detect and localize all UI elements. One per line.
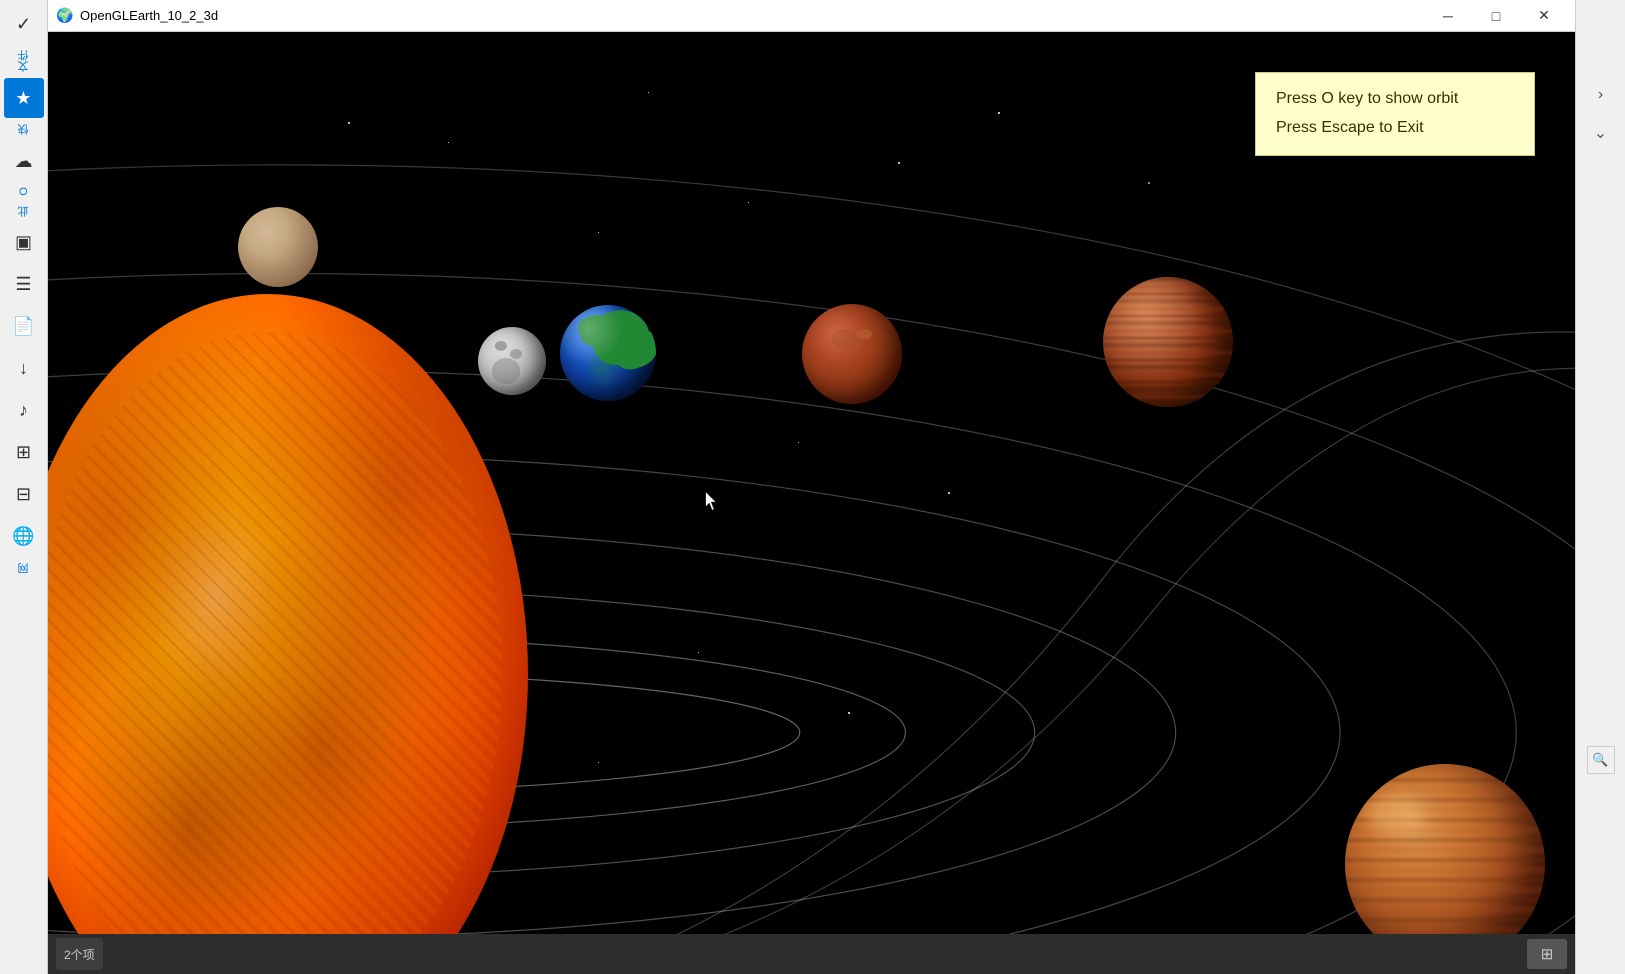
sidebar-quick-label[interactable]: 快 [14, 120, 34, 139]
sidebar-download-icon[interactable]: ↓ [4, 349, 44, 389]
star-3 [898, 162, 900, 164]
right-panel-chevron-down[interactable]: ⌄ [1586, 118, 1616, 148]
title-bar: 🌍 OpenGLEarth_10_2_3d ─ □ ✕ [48, 0, 1575, 32]
window-title: OpenGLEarth_10_2_3d [80, 8, 1425, 23]
sidebar: ✓ 文件 ★ 快 ☁ O 此 ▣ ☰ 📄 ↓ ♪ ⊞ ⊟ 🌐 网 [0, 0, 48, 974]
taskbar-view-button[interactable]: ⊞ [1527, 939, 1567, 969]
maximize-button[interactable]: □ [1473, 0, 1519, 32]
star-4 [998, 112, 1000, 114]
sidebar-grid-icon[interactable]: ⊞ [4, 433, 44, 473]
main-area: 🌍 OpenGLEarth_10_2_3d ─ □ ✕ [48, 0, 1575, 974]
sidebar-network-icon[interactable]: 🌐 [4, 517, 44, 557]
mercury-planet [238, 207, 318, 287]
taskbar-count-label: 2个项 [64, 946, 95, 963]
close-button[interactable]: ✕ [1521, 0, 1567, 32]
sidebar-doc-icon[interactable]: 📄 [4, 307, 44, 347]
star-8 [798, 442, 799, 443]
sidebar-square-icon[interactable]: ▣ [4, 223, 44, 263]
star-1 [348, 122, 350, 124]
moon [478, 327, 546, 395]
sidebar-music-icon[interactable]: ♪ [4, 391, 44, 431]
sidebar-check[interactable]: ✓ [4, 4, 44, 44]
star-2 [648, 92, 649, 93]
right-panel-chevron-right[interactable]: › [1586, 80, 1616, 110]
sidebar-net-label[interactable]: 网 [14, 559, 34, 578]
jupiter-planet [1103, 277, 1233, 407]
star-6 [448, 142, 449, 143]
star-9 [948, 492, 950, 494]
sidebar-file-label[interactable]: 文件 [14, 46, 34, 76]
taskbar-right: ⊞ [1527, 939, 1567, 969]
sidebar-lines-icon[interactable]: ☰ [4, 265, 44, 305]
right-search-icon[interactable]: 🔍 [1587, 746, 1615, 774]
window-controls: ─ □ ✕ [1425, 0, 1567, 32]
sidebar-this-label[interactable]: 此 [14, 202, 34, 221]
app-icon: 🌍 [56, 7, 74, 25]
gl-viewport[interactable]: Press O key to show orbit Press Escape t… [48, 32, 1575, 974]
minimize-button[interactable]: ─ [1425, 0, 1471, 32]
earth-planet [560, 305, 656, 401]
star-7 [598, 232, 599, 233]
info-line-1: Press O key to show orbit [1276, 85, 1514, 114]
star-5 [748, 202, 749, 203]
star-11 [848, 712, 850, 714]
info-overlay: Press O key to show orbit Press Escape t… [1255, 72, 1535, 156]
taskbar: 2个项 ⊞ [48, 934, 1575, 974]
sidebar-star[interactable]: ★ [4, 78, 44, 118]
info-line-2: Press Escape to Exit [1276, 114, 1514, 143]
star-10 [698, 652, 699, 653]
star-12 [598, 762, 599, 763]
sidebar-cloud-icon[interactable]: ☁ [4, 141, 44, 181]
sidebar-o-label[interactable]: O [16, 183, 32, 200]
sidebar-minus-icon[interactable]: ⊟ [4, 475, 44, 515]
mars-planet [802, 304, 902, 404]
right-panel: › ⌄ 🔍 [1575, 0, 1625, 974]
star-13 [1148, 182, 1150, 184]
taskbar-item-count[interactable]: 2个项 [56, 938, 103, 970]
